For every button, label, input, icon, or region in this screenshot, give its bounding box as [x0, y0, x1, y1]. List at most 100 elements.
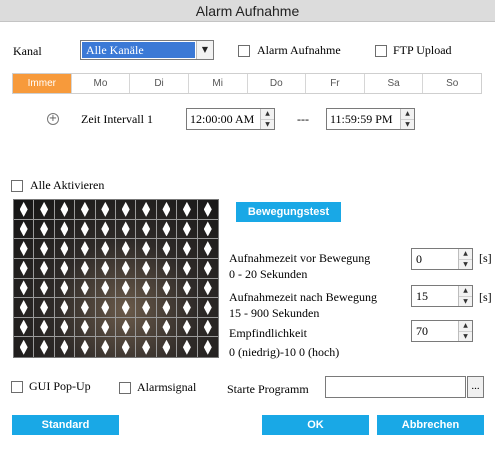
- tab-mo[interactable]: Mo: [71, 74, 131, 93]
- vor-bewegung-input[interactable]: 0 ▲ ▼: [411, 248, 473, 270]
- motion-grid-cell[interactable]: [115, 278, 137, 299]
- motion-grid-cell[interactable]: [75, 239, 96, 259]
- motion-grid-cell[interactable]: [156, 239, 178, 259]
- motion-grid-cell[interactable]: [156, 317, 178, 338]
- motion-grid-cell[interactable]: [96, 337, 116, 357]
- motion-grid-cell[interactable]: [75, 337, 96, 357]
- spin-arrows-icon[interactable]: ▲ ▼: [260, 109, 274, 129]
- add-circle-icon[interactable]: +: [47, 113, 59, 125]
- interval-end-time[interactable]: 11:59:59 PM ▲ ▼: [326, 108, 415, 130]
- motion-grid-cell[interactable]: [116, 337, 137, 357]
- tab-di[interactable]: Di: [130, 74, 189, 93]
- motion-grid-cell[interactable]: [136, 219, 157, 240]
- motion-grid-cell[interactable]: [156, 258, 178, 279]
- motion-grid-cell[interactable]: [115, 219, 137, 240]
- chevron-down-icon[interactable]: ▼: [196, 41, 213, 59]
- motion-grid-cell[interactable]: [177, 337, 198, 357]
- motion-grid-cell[interactable]: [115, 298, 137, 318]
- motion-detection-grid[interactable]: [13, 199, 219, 358]
- tab-fr[interactable]: Fr: [306, 74, 365, 93]
- motion-grid-cell[interactable]: [177, 219, 198, 240]
- motion-grid-cell[interactable]: [54, 200, 76, 220]
- motion-grid-cell[interactable]: [34, 200, 55, 220]
- alarm-aufnahme-checkbox[interactable]: [238, 45, 250, 57]
- tab-do[interactable]: Do: [247, 74, 307, 93]
- motion-grid-cell[interactable]: [14, 337, 35, 357]
- tab-immer[interactable]: Immer: [13, 74, 72, 93]
- motion-grid-cell[interactable]: [177, 258, 198, 279]
- ftp-upload-checkbox[interactable]: [375, 45, 387, 57]
- motion-grid-cell[interactable]: [75, 298, 96, 318]
- motion-grid-cell[interactable]: [54, 239, 76, 259]
- motion-grid-cell[interactable]: [177, 239, 198, 259]
- motion-grid-cell[interactable]: [14, 278, 35, 299]
- motion-grid-cell[interactable]: [75, 278, 96, 299]
- motion-grid-cell[interactable]: [136, 337, 157, 357]
- motion-grid-cell[interactable]: [156, 219, 178, 240]
- motion-grid-cell[interactable]: [14, 258, 35, 279]
- motion-grid-cell[interactable]: [177, 317, 198, 338]
- motion-grid-cell[interactable]: [75, 200, 96, 220]
- interval-start-time[interactable]: 12:00:00 AM ▲ ▼: [186, 108, 275, 130]
- spin-arrows-icon[interactable]: ▲ ▼: [400, 109, 414, 129]
- motion-grid-cell[interactable]: [197, 318, 218, 338]
- motion-grid-cell[interactable]: [34, 298, 55, 318]
- motion-grid-cell[interactable]: [156, 200, 178, 220]
- motion-grid-cell[interactable]: [55, 337, 76, 357]
- motion-grid-cell[interactable]: [54, 219, 76, 240]
- motion-grid-cell[interactable]: [136, 258, 157, 279]
- motion-grid-cell[interactable]: [14, 317, 35, 338]
- motion-grid-cell[interactable]: [34, 337, 55, 357]
- motion-grid-cell[interactable]: [197, 200, 218, 220]
- motion-grid-cell[interactable]: [34, 239, 55, 259]
- motion-grid-cell[interactable]: [54, 298, 76, 318]
- motion-grid-cell[interactable]: [197, 220, 218, 240]
- spin-arrows-icon[interactable]: ▲ ▼: [458, 321, 472, 341]
- motion-grid-cell[interactable]: [136, 317, 157, 338]
- motion-grid-cell[interactable]: [115, 258, 137, 279]
- motion-grid-cell[interactable]: [75, 219, 96, 240]
- motion-grid-cell[interactable]: [95, 298, 116, 318]
- motion-grid-cell[interactable]: [14, 298, 35, 318]
- motion-grid-cell[interactable]: [34, 219, 55, 240]
- motion-grid-cell[interactable]: [197, 298, 218, 318]
- motion-grid-cell[interactable]: [156, 278, 178, 299]
- motion-grid-cell[interactable]: [136, 298, 157, 318]
- motion-grid-cell[interactable]: [95, 317, 116, 338]
- motion-grid-cell[interactable]: [54, 278, 76, 299]
- motion-grid-cell[interactable]: [198, 337, 218, 357]
- motion-grid-cell[interactable]: [95, 258, 116, 279]
- tab-so[interactable]: So: [423, 74, 481, 93]
- motion-grid-cell[interactable]: [75, 258, 96, 279]
- bewegungstest-button[interactable]: Bewegungstest: [236, 202, 341, 222]
- motion-grid-cell[interactable]: [115, 200, 137, 220]
- standard-button[interactable]: Standard: [12, 415, 119, 435]
- motion-grid-cell[interactable]: [197, 279, 218, 299]
- alarmsignal-checkbox[interactable]: [119, 382, 131, 394]
- kanal-select[interactable]: Alle Kanäle ▼: [80, 40, 214, 60]
- nach-bewegung-input[interactable]: 15 ▲ ▼: [411, 285, 473, 307]
- motion-grid-cell[interactable]: [115, 239, 137, 259]
- motion-grid-cell[interactable]: [75, 317, 96, 338]
- motion-grid-cell[interactable]: [157, 337, 178, 357]
- motion-grid-cell[interactable]: [197, 239, 218, 259]
- motion-grid-cell[interactable]: [14, 200, 35, 220]
- motion-grid-cell[interactable]: [34, 278, 55, 299]
- motion-grid-cell[interactable]: [95, 219, 116, 240]
- motion-grid-cell[interactable]: [34, 258, 55, 279]
- starte-programm-input[interactable]: [325, 376, 466, 398]
- motion-grid-cell[interactable]: [156, 298, 178, 318]
- abbrechen-button[interactable]: Abbrechen: [377, 415, 484, 435]
- spin-arrows-icon[interactable]: ▲ ▼: [458, 286, 472, 306]
- motion-grid-cell[interactable]: [177, 200, 198, 220]
- motion-grid-cell[interactable]: [115, 317, 137, 338]
- gui-popup-checkbox[interactable]: [11, 381, 23, 393]
- motion-grid-cell[interactable]: [14, 239, 35, 259]
- spin-arrows-icon[interactable]: ▲ ▼: [458, 249, 472, 269]
- tab-mi[interactable]: Mi: [188, 74, 248, 93]
- motion-grid-cell[interactable]: [95, 239, 116, 259]
- browse-button[interactable]: ...: [467, 376, 484, 398]
- motion-grid-cell[interactable]: [136, 278, 157, 299]
- ok-button[interactable]: OK: [262, 415, 369, 435]
- motion-grid-cell[interactable]: [95, 200, 116, 220]
